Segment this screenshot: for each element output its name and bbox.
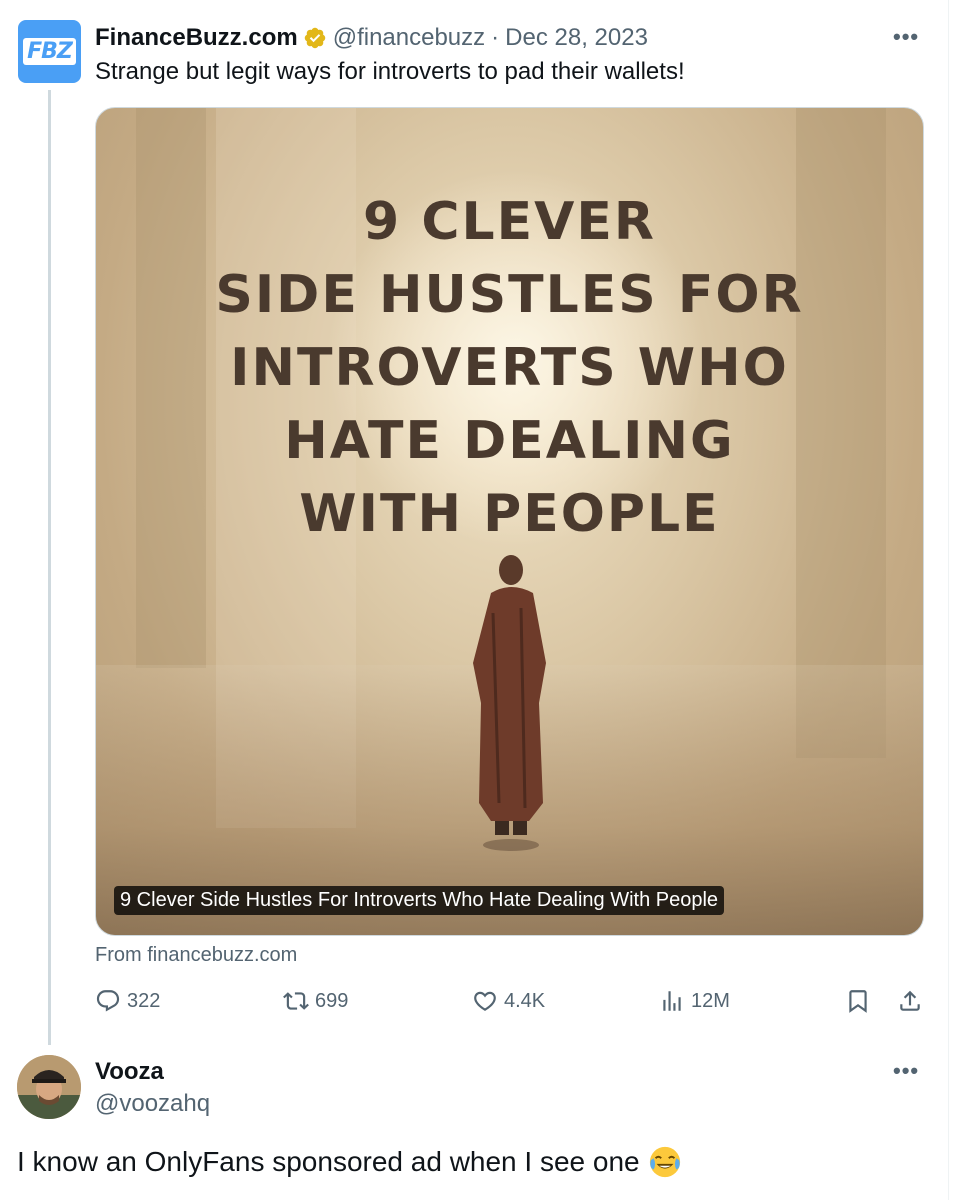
avatar-logo-text: FBZ [23,38,76,65]
repost-icon [283,992,309,1010]
reply-text: I know an OnlyFans sponsored ad when I s… [17,1146,640,1177]
like-count: 4.4K [504,989,546,1012]
more-options-icon[interactable]: ••• [893,24,919,50]
share-icon [900,990,920,1011]
headline-line: SIDE HUSTLES FOR [215,265,804,325]
views-button[interactable]: 12M [659,988,730,1014]
thread-connector-line [48,90,51,1045]
bookmark-button[interactable] [845,988,877,1014]
heart-icon [474,991,496,1011]
reply-author-handle[interactable]: @voozahq [95,1090,210,1118]
avatar[interactable]: FBZ [18,20,81,83]
header-separator: · [491,24,500,51]
more-options-icon[interactable]: ••• [893,1058,919,1084]
views-icon [663,991,681,1011]
reply-author-name[interactable]: Vooza [95,1058,164,1086]
headline-line: INTROVERTS WHO [230,338,789,398]
link-card-image[interactable]: 9 CLEVER SIDE HUSTLES FOR INTROVERTS WHO… [95,107,924,936]
image-caption: 9 Clever Side Hustles For Introverts Who… [114,886,725,915]
link-source[interactable]: From financebuzz.com [95,944,297,967]
image-headline: 9 CLEVER SIDE HUSTLES FOR INTROVERTS WHO… [96,186,923,551]
verified-badge-icon[interactable] [303,26,327,50]
tweet-header: FinanceBuzz.com @financebuzz · Dec 28, 2… [95,22,648,54]
author-name[interactable]: FinanceBuzz.com [95,24,298,52]
action-bar: 322 699 4.4K 12M [95,988,922,1020]
headline-line: 9 CLEVER [363,192,656,252]
headline-line: WITH PEOPLE [299,484,720,544]
reply-button[interactable]: 322 [95,988,160,1014]
reply-text-row: I know an OnlyFans sponsored ad when I s… [17,1145,682,1179]
like-button[interactable]: 4.4K [472,988,545,1014]
repost-button[interactable]: 699 [283,988,348,1014]
share-button[interactable] [897,988,929,1014]
bookmark-icon [849,990,867,1013]
repost-count: 699 [315,989,349,1012]
user-photo [17,1055,81,1119]
tweet-text: Strange but legit ways for introverts to… [95,58,685,85]
reply-count: 322 [127,989,161,1012]
tears-of-joy-emoji [649,1146,680,1178]
headline-line: HATE DEALING [284,411,735,471]
avatar[interactable] [17,1055,81,1119]
author-handle[interactable]: @financebuzz [333,24,485,52]
robed-figure-illustration [473,555,546,851]
views-count: 12M [691,989,730,1012]
tweet-date[interactable]: Dec 28, 2023 [505,24,648,52]
column-border [948,0,949,1200]
reply-icon [96,990,120,1012]
